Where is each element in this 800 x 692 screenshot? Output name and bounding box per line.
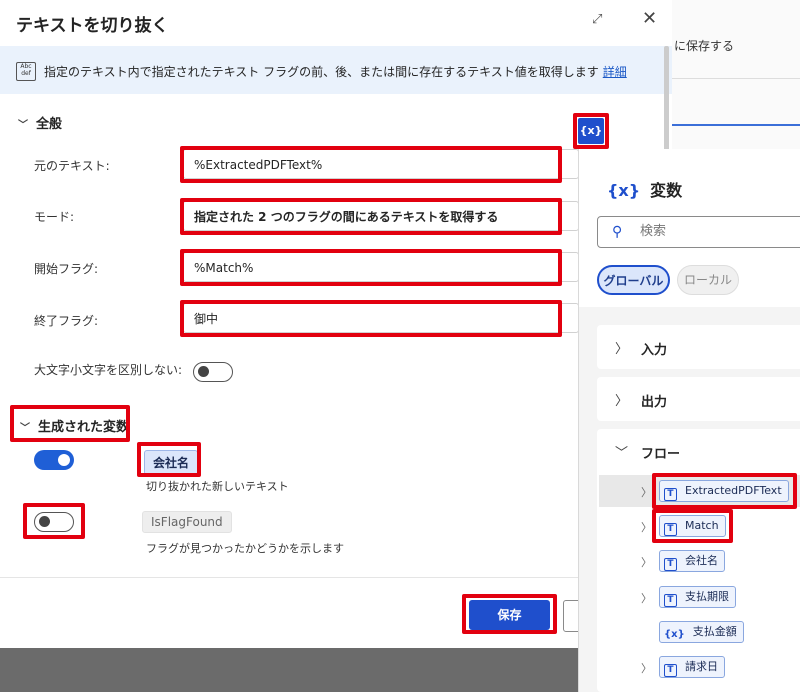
section-output[interactable]: 〉 出力 bbox=[597, 377, 800, 421]
variable-item-label: 支払金額 bbox=[692, 625, 737, 638]
variable-item-label: 会社名 bbox=[685, 554, 718, 567]
close-icon[interactable]: ✕ bbox=[642, 8, 657, 29]
isflagfound-variable-description: フラグが見つかったかどうかを示します bbox=[146, 542, 344, 555]
text-type-icon: T bbox=[664, 664, 677, 677]
case-insensitive-label: 大文字小文字を区別しない: bbox=[34, 363, 183, 377]
variable-item-label: 請求日 bbox=[685, 660, 718, 673]
variables-panel-title-text: 変数 bbox=[650, 181, 683, 200]
highlight-isflagfound-toggle bbox=[23, 503, 85, 539]
highlight-variable-button bbox=[573, 113, 609, 149]
original-text-label: 元のテキスト: bbox=[34, 159, 110, 173]
crop-text-dialog: テキストを切り抜く ⤢ ✕ Abc def 指定のテキスト内で指定されたテキスト… bbox=[0, 0, 672, 648]
highlight-save-button bbox=[462, 594, 557, 634]
variable-search-input[interactable]: ⚲ 検索 bbox=[597, 216, 800, 248]
dialog-title: テキストを切り抜く bbox=[16, 16, 169, 36]
highlight-mode bbox=[180, 198, 562, 235]
tab-local[interactable]: ローカル bbox=[677, 265, 739, 295]
variables-panel-header: {x} 変数 ⚲ 検索 グローバル ローカル bbox=[579, 149, 800, 307]
info-bar: Abc def 指定のテキスト内で指定されたテキスト フラグの前、後、または間に… bbox=[0, 46, 672, 94]
variable-icon: {x} bbox=[607, 181, 641, 200]
variables-panel: {x} 変数 ⚲ 検索 グローバル ローカル 〉 入力 〉 出力 ﹀ フロー 〉 … bbox=[578, 149, 800, 692]
info-description: 指定のテキスト内で指定されたテキスト フラグの前、後、または間に存在するテキスト… bbox=[44, 63, 627, 80]
chevron-right-icon[interactable]: 〉 bbox=[641, 554, 652, 570]
case-insensitive-toggle[interactable] bbox=[193, 362, 233, 382]
chevron-right-icon[interactable]: 〉 bbox=[641, 660, 652, 676]
company-variable-toggle[interactable] bbox=[34, 450, 74, 470]
search-placeholder: 検索 bbox=[640, 224, 667, 239]
tab-global[interactable]: グローバル bbox=[597, 265, 670, 295]
section-input[interactable]: 〉 入力 bbox=[597, 325, 800, 369]
text-action-icon: Abc def bbox=[16, 62, 36, 81]
end-flag-label: 終了フラグ: bbox=[34, 314, 99, 328]
background-text: に保存する bbox=[674, 39, 735, 53]
text-type-icon: T bbox=[664, 594, 677, 607]
general-section-title: 全般 bbox=[36, 117, 63, 132]
background-accent-line bbox=[672, 124, 800, 126]
text-type-icon: T bbox=[664, 558, 677, 571]
toggle-knob bbox=[198, 366, 209, 377]
start-flag-label: 開始フラグ: bbox=[34, 262, 99, 276]
highlight-end-flag bbox=[180, 300, 562, 337]
variable-item-label: 支払期限 bbox=[685, 590, 729, 603]
expand-icon[interactable]: ⤢ bbox=[592, 12, 602, 27]
company-variable-description: 切り抜かれた新しいテキスト bbox=[146, 480, 289, 493]
variable-type-icon: {x} bbox=[664, 629, 685, 640]
highlight-variables-header bbox=[10, 405, 130, 442]
variable-item-company[interactable]: T 会社名 bbox=[659, 550, 725, 572]
background-window: に保存する bbox=[672, 0, 800, 150]
highlight-original-text bbox=[180, 146, 562, 183]
chevron-down-icon[interactable]: ﹀ bbox=[615, 442, 628, 461]
chevron-right-icon[interactable]: 〉 bbox=[641, 590, 652, 606]
highlight-extractedpdftext bbox=[652, 473, 797, 509]
highlight-start-flag bbox=[180, 249, 562, 286]
section-output-label: 出力 bbox=[641, 395, 668, 410]
section-flow-label: フロー bbox=[641, 447, 681, 462]
background-divider bbox=[672, 78, 800, 79]
variable-item-amount[interactable]: {x} 支払金額 bbox=[659, 621, 744, 643]
toggle-knob bbox=[58, 454, 70, 466]
chevron-right-icon[interactable]: 〉 bbox=[641, 519, 652, 535]
variables-panel-title: {x} 変数 bbox=[607, 177, 682, 201]
highlight-company-variable bbox=[137, 442, 201, 477]
highlight-match bbox=[652, 509, 733, 543]
search-icon: ⚲ bbox=[612, 224, 623, 240]
chevron-down-icon: ﹀ bbox=[18, 120, 28, 131]
general-section-header[interactable]: ﹀ 全般 bbox=[18, 113, 62, 132]
dialog-scrollbar[interactable] bbox=[664, 46, 669, 156]
details-link[interactable]: 詳細 bbox=[603, 65, 627, 79]
variable-item-invoice-date[interactable]: T 請求日 bbox=[659, 656, 725, 678]
footer-divider bbox=[0, 577, 672, 578]
isflagfound-variable-chip[interactable]: IsFlagFound bbox=[142, 511, 232, 533]
chevron-right-icon: 〉 bbox=[615, 394, 629, 409]
mode-label: モード: bbox=[34, 210, 75, 224]
variable-item-due-date[interactable]: T 支払期限 bbox=[659, 586, 736, 608]
chevron-right-icon[interactable]: 〉 bbox=[641, 484, 652, 500]
chevron-right-icon: 〉 bbox=[615, 342, 629, 357]
section-input-label: 入力 bbox=[641, 343, 668, 358]
info-description-text: 指定のテキスト内で指定されたテキスト フラグの前、後、または間に存在するテキスト… bbox=[44, 65, 599, 79]
